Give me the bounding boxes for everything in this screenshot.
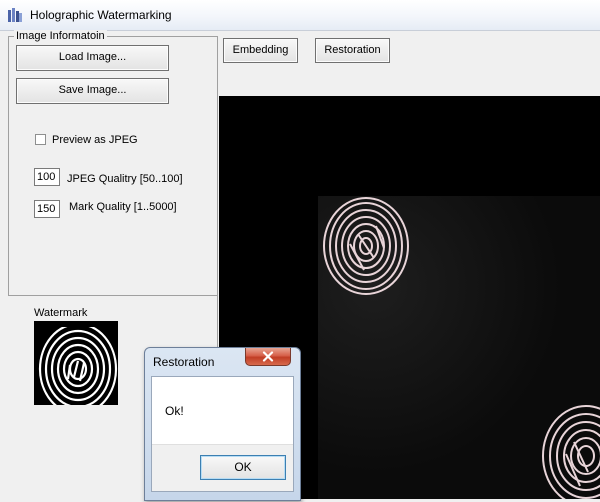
- app-icon: [8, 8, 22, 22]
- preview-jpeg-checkbox[interactable]: [35, 134, 46, 145]
- window-title: Holographic Watermarking: [30, 8, 172, 22]
- image-info-group-title: Image Informatoin: [14, 30, 107, 42]
- load-image-button[interactable]: Load Image...: [16, 45, 169, 71]
- close-icon: [262, 351, 274, 362]
- preview-jpeg-label: Preview as JPEG: [52, 134, 138, 146]
- mark-quality-label: Mark Quality [1..5000]: [69, 201, 177, 213]
- dialog-footer: OK: [152, 444, 293, 491]
- restoration-dialog: Restoration Ok! OK: [144, 347, 301, 501]
- dialog-title: Restoration: [153, 355, 215, 369]
- restored-image: [318, 196, 600, 502]
- image-info-panel: [8, 36, 218, 296]
- jpeg-quality-label: JPEG Qualitry [50..100]: [67, 173, 183, 185]
- watermark-label: Watermark: [34, 307, 88, 319]
- save-image-button[interactable]: Save Image...: [16, 78, 169, 104]
- mark-quality-input[interactable]: 150: [34, 200, 60, 218]
- fingerprint-top: [323, 197, 409, 295]
- jpeg-quality-input[interactable]: 100: [34, 168, 60, 186]
- dialog-message: Ok!: [165, 404, 184, 418]
- dialog-body: Ok! OK: [151, 376, 294, 492]
- fingerprint-bottom: [542, 405, 600, 502]
- watermark-image: [34, 321, 118, 416]
- dialog-close-button[interactable]: [245, 348, 291, 366]
- restoration-button[interactable]: Restoration: [315, 38, 390, 63]
- embedding-button[interactable]: Embedding: [223, 38, 298, 63]
- window-titlebar: Holographic Watermarking: [0, 0, 600, 31]
- ok-button[interactable]: OK: [200, 455, 286, 480]
